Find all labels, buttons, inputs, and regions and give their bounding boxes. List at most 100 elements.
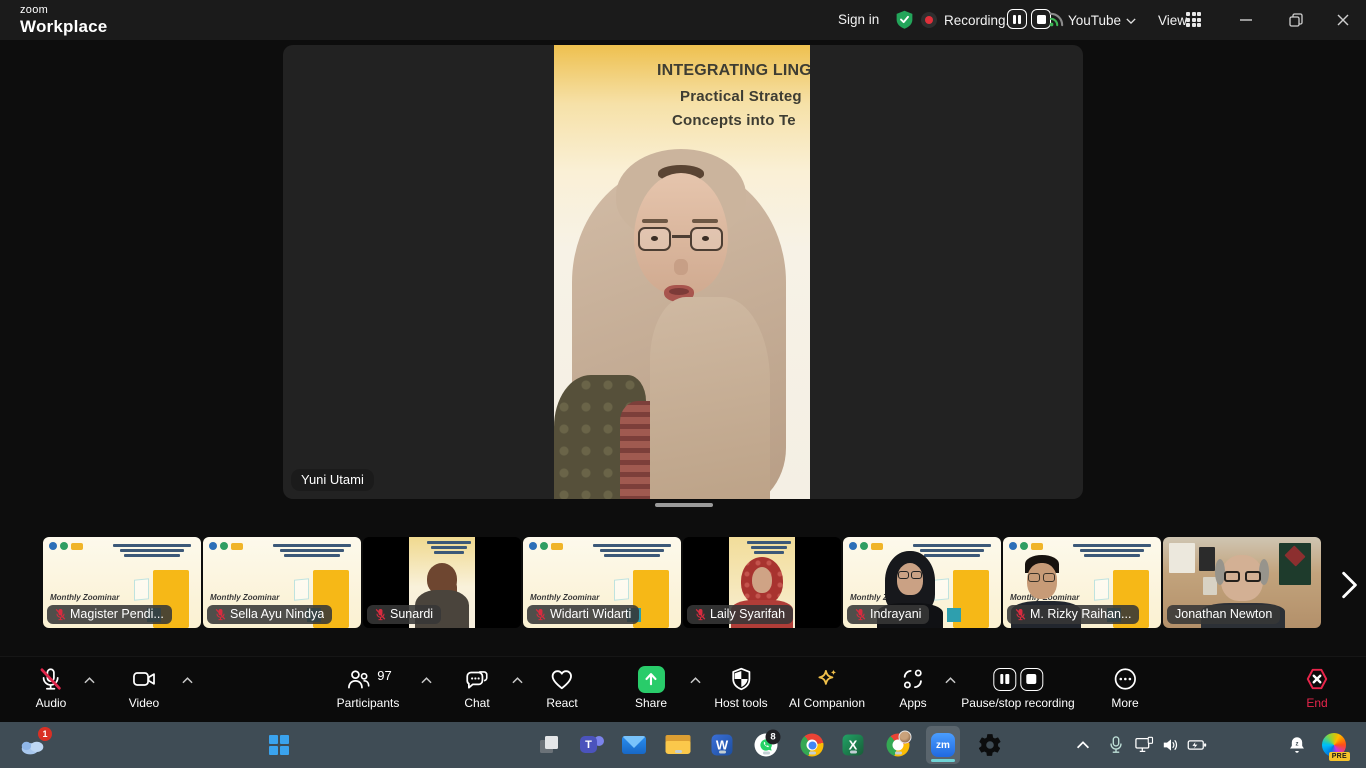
notification-badge: 1: [38, 727, 52, 741]
profile-avatar: [899, 731, 912, 744]
excel-app-button[interactable]: X: [843, 735, 864, 756]
ai-companion-sparkle-icon: [813, 665, 841, 693]
participant-name-label: Sella Ayu Nindya: [207, 605, 332, 624]
participant-tile[interactable]: Monthly Zoominar Magister Pendi...: [43, 537, 201, 628]
muted-mic-icon: [1015, 608, 1026, 621]
audio-options-chevron[interactable]: [84, 677, 95, 684]
apps-button[interactable]: Apps: [899, 665, 926, 710]
zoom-app-button[interactable]: zm: [926, 726, 960, 764]
participant-tile[interactable]: Laily Syarifah: [683, 537, 841, 628]
view-grid-icon[interactable]: [1186, 12, 1201, 27]
muted-mic-icon: [55, 608, 66, 621]
pause-recording-button[interactable]: [1007, 9, 1027, 29]
meeting-stage: INTEGRATING LING Practical Strateg Conce…: [0, 40, 1366, 656]
mail-app-button[interactable]: [622, 736, 646, 754]
mic-muted-icon: [38, 665, 64, 693]
participants-icon: [344, 666, 371, 692]
share-button[interactable]: Share: [635, 665, 667, 710]
security-shield-icon: [894, 9, 915, 30]
whatsapp-badge: 8: [766, 730, 781, 745]
recording-indicator-icon: [921, 12, 937, 28]
zoom-title-bar: zoom Workplace Sign in Recording... YouT…: [0, 0, 1366, 40]
chrome-profile-button[interactable]: [887, 734, 910, 757]
participant-name-label: Magister Pendi...: [47, 605, 172, 624]
participant-name-label: Indrayani: [847, 605, 929, 624]
close-window-button[interactable]: [1333, 10, 1353, 30]
brand-workplace: Workplace: [20, 18, 107, 35]
tray-volume-icon[interactable]: [1162, 737, 1180, 753]
react-button[interactable]: React: [546, 665, 577, 710]
video-options-chevron[interactable]: [182, 677, 193, 684]
sign-in-button[interactable]: Sign in: [838, 12, 879, 27]
mail-icon: [622, 736, 646, 754]
camera-icon: [130, 665, 157, 693]
teams-app-button[interactable]: T: [580, 733, 604, 757]
participants-button[interactable]: 97 Participants: [337, 665, 400, 710]
participant-name-label: Laily Syarifah: [687, 605, 793, 624]
task-view-icon: [537, 733, 561, 757]
video-button[interactable]: Video: [129, 665, 159, 710]
participant-tile[interactable]: Sunardi: [363, 537, 521, 628]
participant-name-label: Widarti Widarti: [527, 605, 639, 624]
participant-filmstrip: Monthly Zoominar Magister Pendi... Month…: [43, 537, 1321, 628]
notification-bell[interactable]: z: [1288, 736, 1306, 755]
ai-companion-button[interactable]: AI Companion: [789, 665, 865, 710]
active-speaker-tile[interactable]: INTEGRATING LING Practical Strateg Conce…: [283, 45, 1083, 499]
muted-mic-icon: [855, 608, 866, 621]
chat-button[interactable]: Chat: [464, 665, 491, 710]
end-meeting-button[interactable]: End: [1304, 665, 1331, 710]
chat-options-chevron[interactable]: [512, 677, 523, 684]
slide-caption: Monthly Zoominar: [50, 593, 119, 602]
filmstrip-resize-handle[interactable]: [655, 503, 713, 507]
pause-recording-icon[interactable]: [993, 668, 1016, 691]
tray-expand-chevron[interactable]: [1077, 741, 1090, 749]
stop-recording-icon[interactable]: [1020, 668, 1043, 691]
end-call-icon: [1304, 665, 1331, 693]
more-button[interactable]: More: [1111, 665, 1138, 710]
slide-title-line3: Concepts into Te: [672, 112, 796, 129]
view-button[interactable]: View: [1158, 13, 1187, 28]
copilot-button[interactable]: PRE: [1322, 733, 1346, 757]
tray-battery-icon[interactable]: [1187, 738, 1207, 752]
settings-button[interactable]: [977, 732, 1003, 758]
filmstrip-next-button[interactable]: [1336, 570, 1362, 600]
youtube-stream-label[interactable]: YouTube: [1068, 13, 1121, 28]
participant-tile[interactable]: Monthly Zoominar Sella Ayu Nindya: [203, 537, 361, 628]
live-stream-icon: [1048, 11, 1065, 28]
participant-name-label: Jonathan Newton: [1167, 605, 1280, 624]
file-explorer-button[interactable]: [666, 735, 691, 755]
participant-tile[interactable]: Jonathan Newton: [1163, 537, 1321, 628]
weather-widget[interactable]: 1: [18, 733, 48, 757]
apps-options-chevron[interactable]: [945, 677, 956, 684]
tray-mic-icon[interactable]: [1109, 736, 1124, 754]
start-button[interactable]: [269, 735, 289, 755]
slide-logos: [49, 542, 83, 550]
host-tools-shield-icon: [728, 665, 754, 693]
word-app-button[interactable]: W: [712, 735, 733, 756]
youtube-chevron-down-icon[interactable]: [1126, 18, 1136, 24]
gear-icon: [977, 732, 1003, 758]
restore-window-button[interactable]: [1286, 10, 1306, 30]
whatsapp-button[interactable]: 8: [755, 734, 778, 757]
participant-tile[interactable]: Monthly Zoominar M. Rizky Raihan...: [1003, 537, 1161, 628]
share-options-chevron[interactable]: [690, 677, 701, 684]
audio-button[interactable]: Audio: [36, 665, 67, 710]
participant-tile[interactable]: Monthly Zoominar Indrayani: [843, 537, 1001, 628]
participant-name-label: M. Rizky Raihan...: [1007, 605, 1139, 624]
task-view-button[interactable]: [537, 733, 561, 757]
pause-stop-recording-button[interactable]: Pause/stop recording: [961, 665, 1074, 710]
recording-label: Recording...: [944, 13, 1017, 28]
teams-icon: T: [580, 736, 597, 753]
minimize-button[interactable]: [1236, 10, 1256, 30]
muted-mic-icon: [215, 608, 226, 621]
host-tools-button[interactable]: Host tools: [714, 665, 767, 710]
participant-tile[interactable]: Monthly Zoominar Widarti Widarti: [523, 537, 681, 628]
participants-options-chevron[interactable]: [421, 677, 432, 684]
speaker-name-label: Yuni Utami: [291, 469, 374, 491]
chrome-button[interactable]: [801, 734, 824, 757]
apps-icon: [899, 665, 926, 693]
tray-display-icon[interactable]: [1135, 737, 1154, 754]
zoom-app-icon: zm: [931, 733, 955, 757]
participants-count: 97: [377, 668, 391, 683]
zoom-workplace-logo: zoom Workplace: [20, 5, 107, 35]
